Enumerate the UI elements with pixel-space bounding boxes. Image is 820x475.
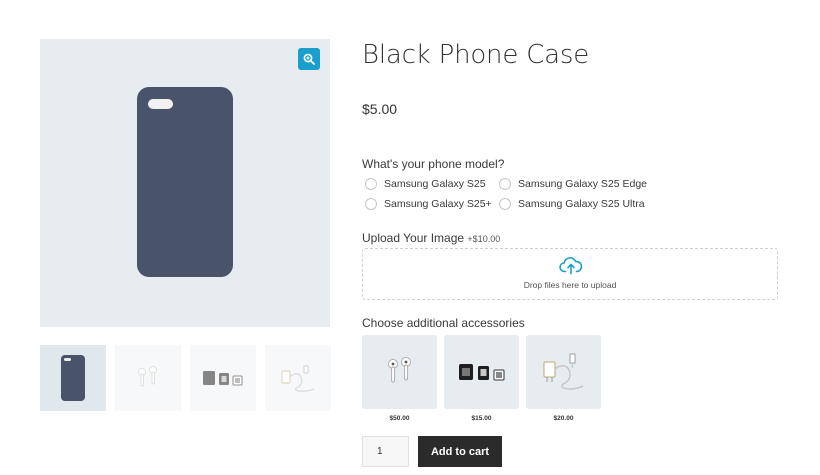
earbuds-icon xyxy=(138,366,157,387)
upload-addon-price: +$10.00 xyxy=(467,234,501,244)
sim-cards-icon xyxy=(458,364,504,381)
radio-button[interactable] xyxy=(365,198,377,210)
thumbnail-earbuds[interactable] xyxy=(115,345,181,411)
option-galaxy-s25-edge[interactable]: Samsung Galaxy S25 Edge xyxy=(496,178,647,190)
phone-case-image xyxy=(137,87,233,277)
accessory-earbuds[interactable]: $50.00 xyxy=(362,335,437,422)
quantity-input[interactable] xyxy=(362,436,409,467)
camera-cutout xyxy=(148,99,173,109)
option-label: Samsung Galaxy S25 Edge xyxy=(518,178,647,190)
thumbnail-charger-cable[interactable] xyxy=(265,345,331,411)
upload-dropzone[interactable]: Drop files here to upload xyxy=(362,248,778,300)
accessory-price: $50.00 xyxy=(389,415,410,422)
phone-model-label: What's your phone model? xyxy=(362,157,505,171)
option-galaxy-s25[interactable]: Samsung Galaxy S25 xyxy=(362,178,496,190)
radio-button[interactable] xyxy=(365,178,377,190)
add-to-cart-button[interactable]: Add to cart xyxy=(418,436,502,467)
accessory-image xyxy=(362,335,437,409)
phone-case-icon xyxy=(61,355,85,401)
product-title: Black Phone Case xyxy=(362,40,590,70)
thumbnail-phone-case[interactable] xyxy=(40,345,106,411)
option-galaxy-s25-ultra[interactable]: Samsung Galaxy S25 Ultra xyxy=(496,198,647,210)
dropzone-text: Drop files here to upload xyxy=(523,280,617,290)
thumbnail-sim-cards[interactable] xyxy=(190,345,256,411)
zoom-button[interactable] xyxy=(298,48,320,70)
accessories-label: Choose additional accessories xyxy=(362,316,525,330)
accessory-charger-cable[interactable]: $20.00 xyxy=(526,335,601,422)
sim-cards-icon xyxy=(203,371,243,386)
gallery-thumbnails xyxy=(40,345,331,411)
magnifier-zoom-icon xyxy=(303,53,315,65)
upload-image-label: Upload Your Image +$10.00 xyxy=(362,231,500,245)
upload-label-text: Upload Your Image xyxy=(362,231,465,245)
option-label: Samsung Galaxy S25 xyxy=(384,178,486,190)
accessory-sim-cards[interactable]: $15.00 xyxy=(444,335,519,422)
option-label: Samsung Galaxy S25 Ultra xyxy=(518,198,645,210)
product-price: $5.00 xyxy=(362,101,398,117)
earbuds-icon xyxy=(387,357,411,383)
phone-model-options: Samsung Galaxy S25 Samsung Galaxy S25 Ed… xyxy=(362,178,647,210)
accessory-price: $15.00 xyxy=(471,415,492,422)
charger-cable-icon xyxy=(543,353,583,390)
radio-button[interactable] xyxy=(499,178,511,190)
product-main-image[interactable] xyxy=(40,39,330,327)
radio-button[interactable] xyxy=(499,198,511,210)
accessories-list: $50.00 $15.00 $20.00 xyxy=(362,335,601,422)
accessory-image xyxy=(526,335,601,409)
cloud-upload-icon xyxy=(559,257,583,275)
charger-cable-icon xyxy=(281,365,315,392)
accessory-image xyxy=(444,335,519,409)
accessory-price: $20.00 xyxy=(553,415,574,422)
option-galaxy-s25-plus[interactable]: Samsung Galaxy S25+ xyxy=(362,198,496,210)
option-label: Samsung Galaxy S25+ xyxy=(384,198,492,210)
